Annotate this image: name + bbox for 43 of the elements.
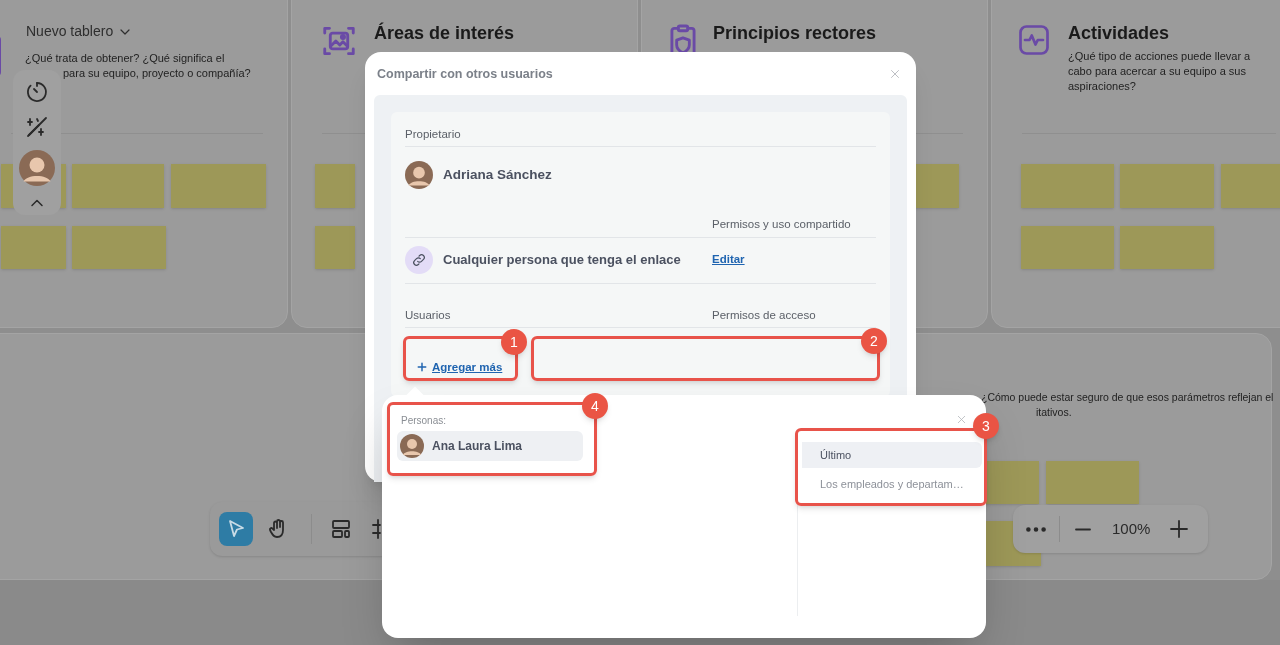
link-glyph: [411, 252, 427, 268]
plus-icon: [417, 362, 427, 373]
board-title-dropdown[interactable]: Nuevo tablero: [26, 21, 134, 42]
card-title: Actividades: [1068, 22, 1170, 45]
card-description-line: para su equipo, proyecto o compañía?: [62, 66, 251, 81]
card-description-line: ¿Cómo puede estar seguro de que esos parámetros reflejan el: [981, 390, 1274, 405]
category-tab[interactable]: Los empleados y departam…: [802, 471, 982, 497]
card-description-line: aspiraciones?: [1068, 79, 1137, 94]
dialog-title: Compartir con otros usuarios: [377, 66, 553, 84]
section-label: Propietario: [405, 126, 876, 148]
person-item[interactable]: Ana Laura Lima: [397, 431, 583, 461]
column-label: Permisos de acceso: [712, 307, 817, 323]
frame-icon: [372, 517, 384, 541]
zoom-level: 100%: [1112, 518, 1151, 539]
user-avatar: [405, 160, 433, 189]
user-avatar[interactable]: [19, 150, 55, 186]
card-description-line: ¿Qué tipo de acciones puede llevar a: [1068, 49, 1251, 64]
layout-icon: [329, 517, 353, 541]
card-description-line: cabo para acercar a su equipo a sus: [1068, 64, 1247, 79]
owner-name: Adriana Sánchez: [443, 165, 552, 184]
card-title: Áreas de interés: [374, 21, 515, 45]
sticky-note: [315, 164, 355, 208]
column-label: Permisos y uso compartido: [712, 217, 852, 233]
card-description-line: itativos.: [1035, 405, 1073, 420]
sticky-note: [1, 226, 66, 269]
close-icon: [889, 67, 901, 80]
sticky-note: [315, 226, 355, 269]
user-avatar: [400, 434, 424, 458]
card-description-line: ¿Qué trata de obtener? ¿Qué significa el: [25, 51, 226, 66]
pulse-icon: [1016, 22, 1052, 58]
column-label: Usuarios: [405, 307, 452, 323]
card-title: Principios rectores: [713, 22, 877, 45]
add-more-link[interactable]: Agregar más: [417, 358, 503, 376]
edit-link[interactable]: Editar: [712, 251, 745, 269]
more-icon: [1026, 526, 1046, 532]
minus-icon: [1074, 527, 1092, 531]
category-tab[interactable]: Último: [802, 442, 982, 468]
link-access-text: Cualquier persona que tenga el enlace: [443, 251, 681, 270]
cursor-tool-button[interactable]: [219, 512, 253, 546]
section-label: Personas:: [401, 414, 448, 428]
timer-icon[interactable]: [25, 80, 49, 104]
close-icon: [955, 413, 967, 425]
wand-off-icon[interactable]: [25, 115, 49, 139]
